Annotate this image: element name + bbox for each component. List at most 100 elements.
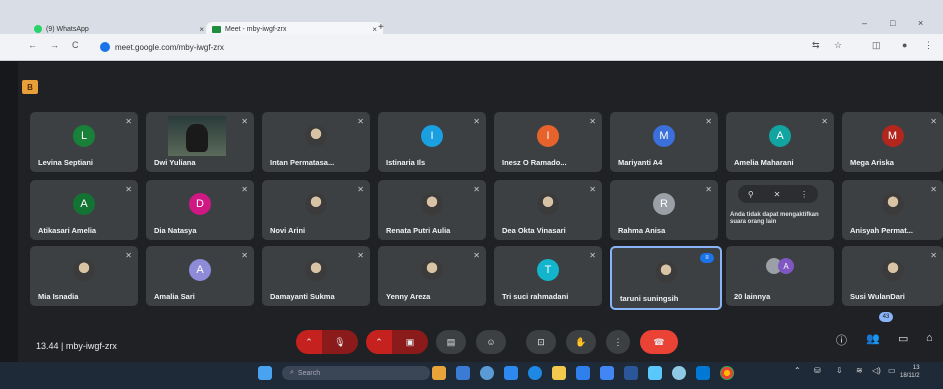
reload-icon[interactable]: C (72, 40, 79, 50)
participant-tile[interactable]: A 20 lainnya (726, 246, 834, 306)
mute-note: Anda tidak dapat mengaktifkan suara oran… (730, 212, 819, 225)
more-options-button[interactable]: ⋮ (606, 330, 630, 354)
leave-call-button[interactable]: ☎ (640, 330, 678, 354)
app-icon[interactable] (600, 366, 614, 380)
menu-icon[interactable]: ⋮ (924, 40, 933, 51)
people-icon[interactable]: 👥 (866, 332, 880, 345)
participant-tile[interactable]: L Levina Septiani ✕ (30, 112, 138, 172)
url-text: meet.google.com/mby-iwgf-zrx (115, 42, 224, 52)
start-icon[interactable] (258, 366, 272, 380)
participant-tile[interactable]: T Tri suci rahmadani ✕ (494, 246, 602, 306)
meeting-details-icon[interactable]: ⓘ (836, 332, 847, 348)
extensions-icon[interactable]: ◫ (872, 40, 881, 51)
participant-tile[interactable]: Mia Isnadia ✕ (30, 246, 138, 306)
participant-tile[interactable]: Yenny Areza ✕ (378, 246, 486, 306)
hangup-icon: ☎ (653, 336, 665, 347)
mic-options-button[interactable]: ⌃ (296, 330, 322, 354)
participant-photo (305, 259, 327, 281)
participant-name: Dwi Yuliana (154, 158, 196, 167)
participant-photo (305, 125, 327, 147)
participant-avatar: D (189, 193, 211, 215)
app-icon[interactable] (504, 366, 518, 380)
participant-name: Mariyanti A4 (618, 158, 663, 167)
close-tab-icon[interactable]: × (372, 25, 377, 34)
forward-icon[interactable]: → (50, 40, 59, 50)
activities-icon[interactable]: ⌂ (926, 332, 933, 344)
new-tab-button[interactable]: + (378, 22, 384, 33)
app-icon[interactable] (648, 366, 662, 380)
emoji-button[interactable]: ☺ (476, 330, 506, 354)
participant-tile[interactable]: A Amelia Maharani ✕ (726, 112, 834, 172)
app-icon[interactable] (480, 366, 494, 380)
app-icon[interactable] (576, 366, 590, 380)
taskbar-search[interactable]: ⌕ Search (282, 366, 430, 380)
present-button[interactable]: ⊡ (526, 330, 556, 354)
pin-icon[interactable]: ⚲ (748, 190, 754, 199)
taskbar-clock[interactable]: 13 18/11/2 (900, 364, 920, 380)
browser-tab-bar: (9) WhatsApp × Meet - mby-iwgf-zrx × + –… (0, 0, 943, 36)
close-tab-icon[interactable]: × (199, 25, 204, 34)
tab-label: (9) WhatsApp (46, 25, 89, 33)
app-icon[interactable] (456, 366, 470, 380)
maximize-button[interactable]: □ (890, 18, 895, 28)
participant-tile[interactable]: Dea Okta Vinasari ✕ (494, 180, 602, 240)
translate-icon[interactable]: ⇆ (812, 40, 820, 51)
app-icon[interactable] (672, 366, 686, 380)
tray-app-icon[interactable]: ⛁ (814, 366, 821, 375)
participant-avatar: A (778, 258, 794, 274)
chat-icon[interactable]: ▭ (898, 332, 908, 345)
speaking-indicator-icon: ≡ (700, 253, 714, 263)
mute-icon[interactable]: ✕ (774, 190, 781, 199)
participant-video (168, 116, 226, 156)
mic-muted-icon: ✕ (821, 117, 828, 126)
more-icon[interactable]: ⋮ (800, 190, 808, 199)
mic-muted-icon: ✕ (705, 185, 712, 194)
participant-tile[interactable]: Intan Permatasa... ✕ (262, 112, 370, 172)
participant-tile[interactable]: ⚲ ✕ ⋮ Anda tidak dapat mengaktifkan suara o… (726, 180, 834, 240)
captions-button[interactable]: ▤ (436, 330, 466, 354)
participant-tile[interactable]: I Istinaria Ils ✕ (378, 112, 486, 172)
raise-hand-button[interactable]: ✋ (566, 330, 596, 354)
participant-tile[interactable]: Anisyah Permat... ✕ (842, 180, 943, 240)
site-info-icon[interactable] (100, 42, 110, 52)
participant-tile[interactable]: A Atikasari Amelia ✕ (30, 180, 138, 240)
tray-app-icon[interactable]: ⇩ (836, 366, 843, 375)
mic-muted-icon: ✕ (357, 251, 364, 260)
participant-tile[interactable]: Renata Putri Aulia ✕ (378, 180, 486, 240)
participant-tile[interactable]: Susi WulanDari ✕ (842, 246, 943, 306)
participant-tile[interactable]: I Inesz O Ramado... ✕ (494, 112, 602, 172)
participant-name: Dia Natasya (154, 226, 197, 235)
mic-muted-icon: ✕ (930, 251, 937, 260)
word-icon[interactable] (624, 366, 638, 380)
camera-off-button[interactable]: ▣ (392, 330, 428, 354)
camera-options-button[interactable]: ⌃ (366, 330, 392, 354)
participant-tile[interactable]: D Dia Natasya ✕ (146, 180, 254, 240)
participant-tile[interactable]: Damayanti Sukma ✕ (262, 246, 370, 306)
wifi-icon[interactable]: ≋ (856, 366, 863, 375)
battery-icon[interactable]: ▭ (888, 366, 896, 375)
profile-icon[interactable]: ● (902, 40, 907, 50)
back-icon[interactable]: ← (28, 40, 37, 50)
participant-tile[interactable]: A Amalia Sari ✕ (146, 246, 254, 306)
url-field[interactable]: meet.google.com/mby-iwgf-zrx (100, 40, 790, 54)
participant-tile[interactable]: M Mariyanti A4 ✕ (610, 112, 718, 172)
participant-tile[interactable]: Dwi Yuliana ✕ (146, 112, 254, 172)
file-explorer-icon[interactable] (552, 366, 566, 380)
participant-tile[interactable]: Novi Arini ✕ (262, 180, 370, 240)
volume-icon[interactable]: ◁) (872, 366, 881, 375)
participant-avatar: A (73, 193, 95, 215)
search-icon: ⌕ (290, 369, 294, 376)
mic-muted-button[interactable]: 🎙 (322, 330, 358, 354)
chrome-icon[interactable] (720, 366, 734, 380)
bookmark-star-icon[interactable]: ☆ (834, 40, 842, 51)
tray-chevron-icon[interactable]: ⌃ (794, 366, 801, 375)
app-icon[interactable] (696, 366, 710, 380)
close-window-button[interactable]: × (918, 18, 923, 28)
participant-tile[interactable]: M Mega Ariska ✕ (842, 112, 943, 172)
minimize-button[interactable]: – (862, 18, 867, 28)
participant-tile[interactable]: taruni suningsih ≡ (610, 246, 722, 310)
edge-icon[interactable] (528, 366, 542, 380)
participant-avatar: M (881, 125, 904, 147)
participant-tile[interactable]: R Rahma Anisa ✕ (610, 180, 718, 240)
app-icon[interactable] (432, 366, 446, 380)
